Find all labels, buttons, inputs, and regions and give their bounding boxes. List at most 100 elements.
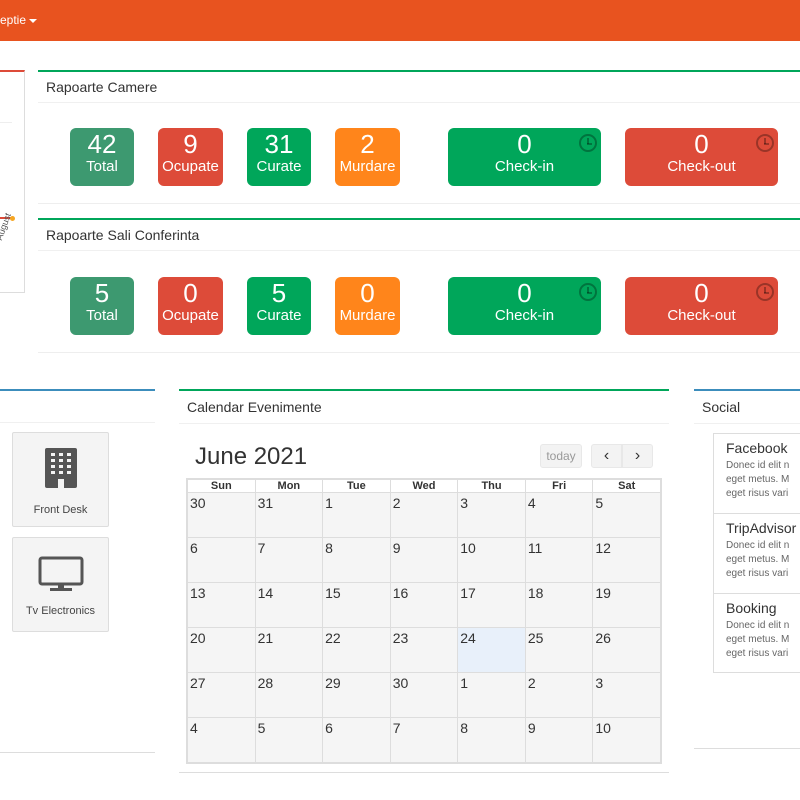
calendar-day-cell[interactable]: 12 [592, 537, 661, 583]
calendar-day-cell[interactable]: 13 [187, 582, 256, 628]
calendar-day-cell[interactable]: 4 [187, 717, 256, 763]
rooms-checkout-box[interactable]: 0 Check-out [625, 128, 778, 186]
halls-total-value: 5 [94, 278, 110, 308]
halls-clean-value: 5 [271, 278, 287, 308]
chart-x-tick-label: August [0, 211, 13, 242]
social-item-tripadvisor[interactable]: TripAdvisor Donec id elit n eget metus. M… [713, 513, 800, 593]
building-icon [44, 448, 77, 488]
calendar-week-row: 4 5 6 7 8 9 10 [187, 717, 661, 763]
device-front-desk[interactable]: Front Desk [12, 432, 109, 527]
calendar-day-cell[interactable]: 8 [457, 717, 526, 763]
calendar-day-cell[interactable]: 22 [322, 627, 391, 673]
calendar-day-cell[interactable]: 26 [592, 627, 661, 673]
rooms-dirty-value: 2 [360, 129, 375, 159]
calendar-day-cell[interactable]: 27 [187, 672, 256, 718]
calendar-day-cell[interactable]: 29 [322, 672, 391, 718]
calendar-day-cell[interactable]: 2 [524, 672, 594, 718]
halls-dirty-box[interactable]: 0 Murdare [335, 277, 400, 335]
halls-clean-box[interactable]: 5 Curate [247, 277, 311, 335]
calendar-day-cell[interactable]: 5 [592, 492, 661, 538]
rooms-clean-box[interactable]: 31 Curate [247, 128, 311, 186]
weekday-header: Sun [187, 479, 256, 493]
rooms-occupied-value: 9 [183, 129, 198, 159]
clock-icon [756, 134, 774, 152]
calendar-week-row: 20 21 22 23 24 25 26 [187, 627, 661, 673]
calendar-day-cell[interactable]: 23 [389, 627, 459, 673]
calendar-day-cell[interactable]: 31 [254, 492, 324, 538]
rooms-checkin-box[interactable]: 0 Check-in [448, 128, 601, 186]
reception-menu-label: eptie [0, 13, 27, 27]
calendar-day-cell[interactable]: 11 [524, 537, 594, 583]
chart-gridline [0, 122, 12, 123]
calendar-day-cell[interactable]: 6 [322, 717, 391, 763]
rooms-clean-value: 31 [264, 129, 294, 159]
reception-menu[interactable]: eptie [0, 13, 38, 27]
social-item-facebook[interactable]: Facebook Donec id elit n eget metus. Mege… [713, 433, 800, 513]
calendar-day-cell[interactable]: 8 [322, 537, 391, 583]
calendar-grid: Sun Mon Tue Wed Thu Fri Sat 30 31 1 2 3 … [186, 478, 662, 764]
calendar-day-cell[interactable]: 9 [389, 537, 459, 583]
social-item-title: Booking [726, 600, 777, 616]
calendar-day-cell[interactable]: 5 [254, 717, 324, 763]
next-month-button[interactable]: › [622, 444, 653, 468]
panel-title: Rapoarte Sali Conferinta [38, 220, 800, 251]
halls-checkin-box[interactable]: 0 Check-in [448, 277, 601, 335]
social-item-booking[interactable]: Booking Donec id elit n eget metus. Meget… [713, 593, 800, 673]
chevron-left-icon: ‹ [603, 447, 610, 464]
halls-checkout-box[interactable]: 0 Check-out [625, 277, 778, 335]
calendar-day-cell[interactable]: 4 [524, 492, 594, 538]
halls-occupied-box[interactable]: 0 Ocupate [158, 277, 223, 335]
calendar-day-cell[interactable]: 7 [254, 537, 324, 583]
calendar-day-cell[interactable]: 9 [524, 717, 594, 763]
calendar-day-cell[interactable]: 30 [389, 672, 459, 718]
calendar-day-cell[interactable]: 18 [524, 582, 594, 628]
calendar-day-cell[interactable]: 15 [322, 582, 391, 628]
rooms-dirty-box[interactable]: 2 Murdare [335, 128, 400, 186]
calendar-day-cell[interactable]: 17 [457, 582, 526, 628]
halls-checkin-label: Check-in [494, 307, 555, 324]
social-item-text: Donec id elit n eget metus. Meget risus v… [726, 620, 790, 659]
rooms-occupied-box[interactable]: 9 Ocupate [158, 128, 223, 186]
calendar-day-cell[interactable]: 3 [457, 492, 526, 538]
calendar-week-row: 13 14 15 16 17 18 19 [187, 582, 661, 628]
social-item-title: TripAdvisor [726, 520, 797, 536]
device-tv-electronics[interactable]: Tv Electronics [12, 537, 109, 632]
weekday-header: Thu [457, 479, 526, 493]
calendar-day-cell[interactable]: 19 [592, 582, 661, 628]
calendar-day-cell[interactable]: 1 [457, 672, 526, 718]
rooms-total-box[interactable]: 42 Total [70, 128, 134, 186]
rooms-dirty-label: Murdare [339, 158, 396, 175]
calendar-day-cell-today[interactable]: 24 [457, 627, 526, 673]
calendar-day-cell[interactable]: 28 [254, 672, 324, 718]
halls-total-box[interactable]: 5 Total [70, 277, 134, 335]
calendar-day-cell[interactable]: 30 [187, 492, 256, 538]
calendar-day-cell[interactable]: 16 [389, 582, 459, 628]
calendar-day-cell[interactable]: 10 [592, 717, 661, 763]
halls-dirty-value: 0 [360, 278, 375, 308]
calendar-day-cell[interactable]: 14 [254, 582, 324, 628]
calendar-day-cell[interactable]: 10 [457, 537, 526, 583]
calendar-panel: Calendar Evenimente June 2021 today ‹ › … [179, 389, 669, 773]
rooms-checkin-label: Check-in [494, 158, 555, 175]
weekday-header: Fri [524, 479, 594, 493]
social-panel: Social Facebook Donec id elit n eget metu… [694, 389, 800, 749]
calendar-day-cell[interactable]: 6 [187, 537, 256, 583]
calendar-day-cell[interactable]: 1 [322, 492, 391, 538]
halls-checkout-label: Check-out [667, 307, 736, 324]
calendar-day-cell[interactable]: 20 [187, 627, 256, 673]
calendar-day-cell[interactable]: 2 [389, 492, 459, 538]
top-navbar: eptie [0, 0, 800, 41]
chevron-right-icon: › [634, 447, 641, 464]
social-item-text: Donec id elit n eget metus. Meget risus v… [726, 460, 790, 499]
calendar-day-cell[interactable]: 3 [592, 672, 661, 718]
calendar-day-cell[interactable]: 21 [254, 627, 324, 673]
today-button[interactable]: today [540, 444, 582, 468]
weekday-header: Mon [254, 479, 324, 493]
calendar-week-row: 30 31 1 2 3 4 5 [187, 492, 661, 538]
device-label: Tv Electronics [25, 605, 96, 617]
calendar-day-cell[interactable]: 7 [389, 717, 459, 763]
prev-month-button[interactable]: ‹ [591, 444, 622, 468]
halls-clean-label: Curate [256, 307, 302, 324]
calendar-day-cell[interactable]: 25 [524, 627, 594, 673]
monitor-icon [38, 556, 83, 591]
